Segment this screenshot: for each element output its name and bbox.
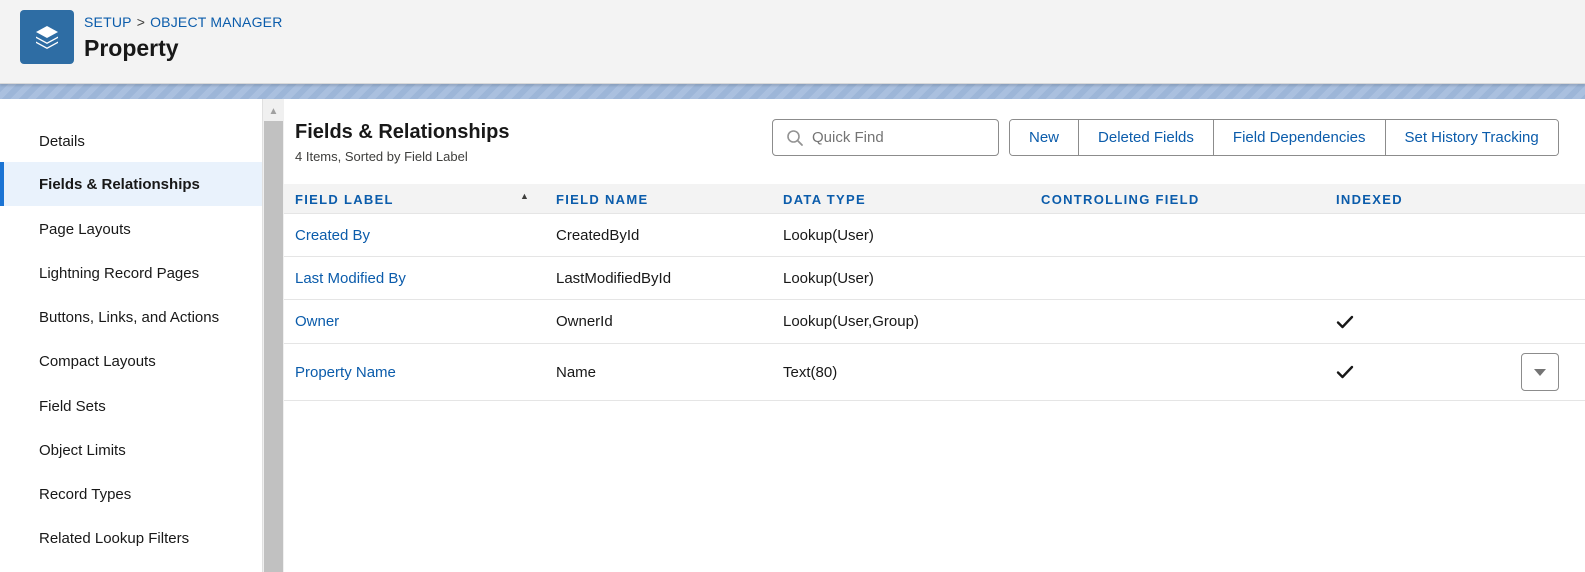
quick-find-input[interactable] [812,129,992,146]
main-panel: Fields & Relationships 4 Items, Sorted b… [284,99,1585,572]
sidebar-item-field-sets[interactable]: Field Sets [0,384,262,428]
indexed-cell [1336,344,1354,400]
layers-icon [20,10,74,64]
sidebar-item-label: Field Sets [39,397,106,415]
data-type-cell: Lookup(User,Group) [783,313,919,330]
sidebar-item-compact-layouts[interactable]: Compact Layouts [0,339,262,383]
column-header-data-type[interactable]: DATA TYPE [783,184,866,214]
column-header-indexed[interactable]: INDEXED [1336,184,1403,214]
data-type-cell: Lookup(User) [783,269,874,287]
scroll-up-arrow-icon[interactable]: ▲ [263,103,284,119]
table-row: Last Modified By LastModifiedById Lookup… [284,257,1585,300]
page-header: SETUP > OBJECT MANAGER Property [0,0,1585,84]
sidebar-item-page-layouts[interactable]: Page Layouts [0,207,262,251]
quick-find-search[interactable] [772,119,999,156]
field-name-cell: CreatedById [556,226,640,244]
sidebar-item-details[interactable]: Details [0,119,262,163]
sidebar-item-label: Fields & Relationships [39,175,200,193]
sidebar-item-label: Related Lookup Filters [39,529,190,547]
field-name-cell: LastModifiedById [556,269,672,287]
breadcrumb-separator: > [136,14,146,30]
field-name-cell: OwnerId [556,313,613,330]
sidebar-item-label: Lightning Record Pages [39,264,200,282]
breadcrumb-object-manager[interactable]: OBJECT MANAGER [150,14,282,30]
table-row: Property Name Name Text(80) [284,344,1585,401]
sidebar-item-related-lookup-filters[interactable]: Related Lookup Filters [0,516,262,560]
set-history-tracking-button[interactable]: Set History Tracking [1385,120,1558,155]
sidebar-item-label: Buttons, Links, and Actions [39,308,220,326]
breadcrumb-setup[interactable]: SETUP [84,14,132,30]
table-row: Created By CreatedById Lookup(User) [284,214,1585,257]
field-label-link[interactable]: Last Modified By [295,257,406,299]
data-type-cell: Lookup(User) [783,226,874,244]
sidebar-item-fields-relationships[interactable]: Fields & Relationships [0,162,262,206]
column-header-field-name[interactable]: FIELD NAME [556,184,648,214]
deleted-fields-button[interactable]: Deleted Fields [1079,120,1214,155]
data-type-cell: Text(80) [783,363,838,381]
field-label-link[interactable]: Property Name [295,344,396,400]
search-icon [787,129,803,146]
sidebar-scrollbar[interactable]: ▲ [262,99,284,572]
sidebar-item-label: Details [39,132,85,150]
sidebar-item-record-types[interactable]: Record Types [0,472,262,516]
sidebar-item-buttons-links-actions[interactable]: Buttons, Links, and Actions [0,295,262,339]
sidebar: Details Fields & Relationships Page Layo… [0,99,262,572]
checkmark-icon [1336,315,1354,328]
scrollbar-thumb[interactable] [264,121,283,572]
page-title: Property [84,35,179,61]
sidebar-item-label: Page Layouts [39,220,131,238]
table-header: FIELD LABEL ▲ FIELD NAME DATA TYPE CONTR… [284,184,1585,214]
sidebar-item-object-limits[interactable]: Object Limits [0,428,262,472]
sidebar-item-label: Object Limits [39,441,126,459]
sort-ascending-icon[interactable]: ▲ [520,191,529,201]
section-subtitle: 4 Items, Sorted by Field Label [295,149,468,164]
breadcrumb: SETUP > OBJECT MANAGER [84,14,283,30]
section-title: Fields & Relationships [295,121,510,143]
field-label-link[interactable]: Created By [295,214,370,256]
sidebar-item-lightning-record-pages[interactable]: Lightning Record Pages [0,251,262,295]
column-header-controlling-field[interactable]: CONTROLLING FIELD [1041,184,1200,214]
chevron-down-icon [1534,368,1546,376]
indexed-cell [1336,300,1354,343]
field-dependencies-button[interactable]: Field Dependencies [1213,120,1386,155]
table-row: Owner OwnerId Lookup(User,Group) [284,300,1585,344]
new-button[interactable]: New [1010,120,1080,155]
sidebar-item-label: Record Types [39,485,132,503]
action-button-group: New Deleted Fields Field Dependencies Se… [1009,119,1559,156]
checkmark-icon [1336,365,1354,379]
column-header-field-label[interactable]: FIELD LABEL [295,184,394,214]
field-name-cell: Name [556,363,597,381]
row-actions-button[interactable] [1521,353,1559,391]
decorative-banner [0,84,1585,99]
field-label-link[interactable]: Owner [295,300,339,343]
sidebar-item-label: Compact Layouts [39,352,156,370]
